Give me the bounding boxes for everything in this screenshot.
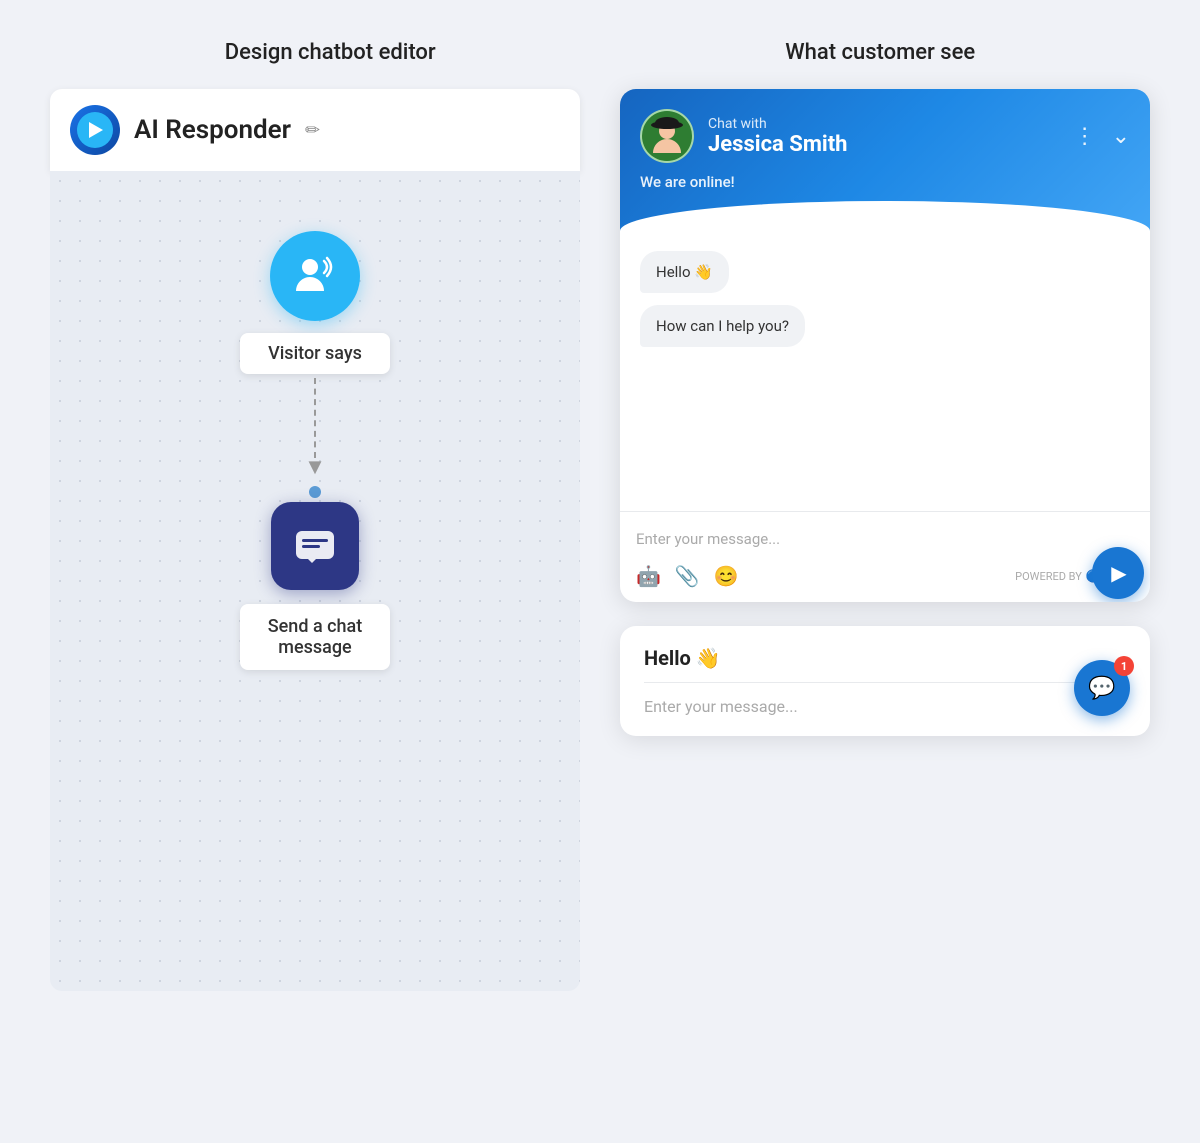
chat-widget: Chat with Jessica Smith ⋮ ⌄ We are onlin… <box>620 89 1150 602</box>
chat-with-label: Chat with <box>708 116 848 132</box>
more-options-icon[interactable]: ⋮ <box>1074 124 1096 149</box>
attachment-icon[interactable]: 📎 <box>675 564 700 588</box>
action-node: Send a chat message <box>240 502 390 670</box>
notification-message: Hello 👋 <box>644 646 1126 670</box>
chat-header-top: Chat with Jessica Smith ⋮ ⌄ <box>640 109 1130 163</box>
play-icon <box>89 122 103 138</box>
connector-dot <box>309 486 321 498</box>
chevron-down-icon[interactable]: ⌄ <box>1112 124 1130 149</box>
left-section-title: Design chatbot editor <box>225 40 436 65</box>
arrow-icon: ▼ <box>304 454 326 480</box>
chat-bubble-button[interactable]: 💬 1 <box>1074 660 1130 716</box>
editor-panel: AI Responder ✏ Visitor says <box>50 89 580 991</box>
visitor-node: Visitor says <box>240 231 390 374</box>
message-bubble-1: Hello 👋 <box>640 251 729 293</box>
chat-toolbar: 🤖 📎 😊 POWERED BY 🔵 TIDIO ▶ <box>636 558 1134 594</box>
visitor-circle <box>270 231 360 321</box>
header-wave <box>620 201 1150 231</box>
avatar-image <box>642 111 692 161</box>
connector-line-vertical <box>314 378 316 458</box>
chat-header: Chat with Jessica Smith ⋮ ⌄ We are onlin… <box>620 89 1150 231</box>
editor-canvas: Visitor says ▼ <box>50 171 580 991</box>
chat-input-area[interactable]: Enter your message... 🤖 📎 😊 POWERED BY 🔵… <box>620 511 1150 602</box>
edit-icon[interactable]: ✏ <box>305 120 320 141</box>
bot-name: AI Responder <box>134 115 291 145</box>
chat-messages: Hello 👋 How can I help you? <box>620 231 1150 511</box>
notification-badge: 1 <box>1114 656 1134 676</box>
chat-user-info: Chat with Jessica Smith <box>708 116 848 157</box>
online-status: We are online! <box>640 173 1130 191</box>
editor-header: AI Responder ✏ <box>50 89 580 171</box>
toolbar-icons: 🤖 📎 😊 <box>636 564 739 588</box>
bot-logo-inner <box>77 112 113 148</box>
visitor-icon <box>290 251 340 301</box>
user-avatar <box>640 109 694 163</box>
chat-user-name: Jessica Smith <box>708 132 848 157</box>
send-icon: ▶ <box>1111 561 1126 585</box>
notification-card: Hello 👋 Enter your message... 💬 1 <box>620 626 1150 736</box>
bot-logo <box>70 105 120 155</box>
chat-input-placeholder[interactable]: Enter your message... <box>636 526 1134 558</box>
bot-icon[interactable]: 🤖 <box>636 564 661 588</box>
notif-input-placeholder[interactable]: Enter your message... <box>644 697 1126 716</box>
chat-header-actions: ⋮ ⌄ <box>1074 124 1130 149</box>
connector: ▼ <box>304 378 326 498</box>
action-icon-box <box>271 502 359 590</box>
chat-bubble-icon: 💬 <box>1088 676 1115 701</box>
notif-divider <box>644 682 1126 683</box>
emoji-icon[interactable]: 😊 <box>714 564 739 588</box>
message-bubble-2: How can I help you? <box>640 305 805 347</box>
preview-panel: Chat with Jessica Smith ⋮ ⌄ We are onlin… <box>620 89 1150 736</box>
action-label: Send a chat message <box>240 604 390 670</box>
right-section-title: What customer see <box>785 40 975 65</box>
chat-message-icon <box>290 521 340 571</box>
chat-header-user: Chat with Jessica Smith <box>640 109 848 163</box>
send-button[interactable]: ▶ <box>1092 547 1144 599</box>
visitor-label: Visitor says <box>240 333 390 374</box>
